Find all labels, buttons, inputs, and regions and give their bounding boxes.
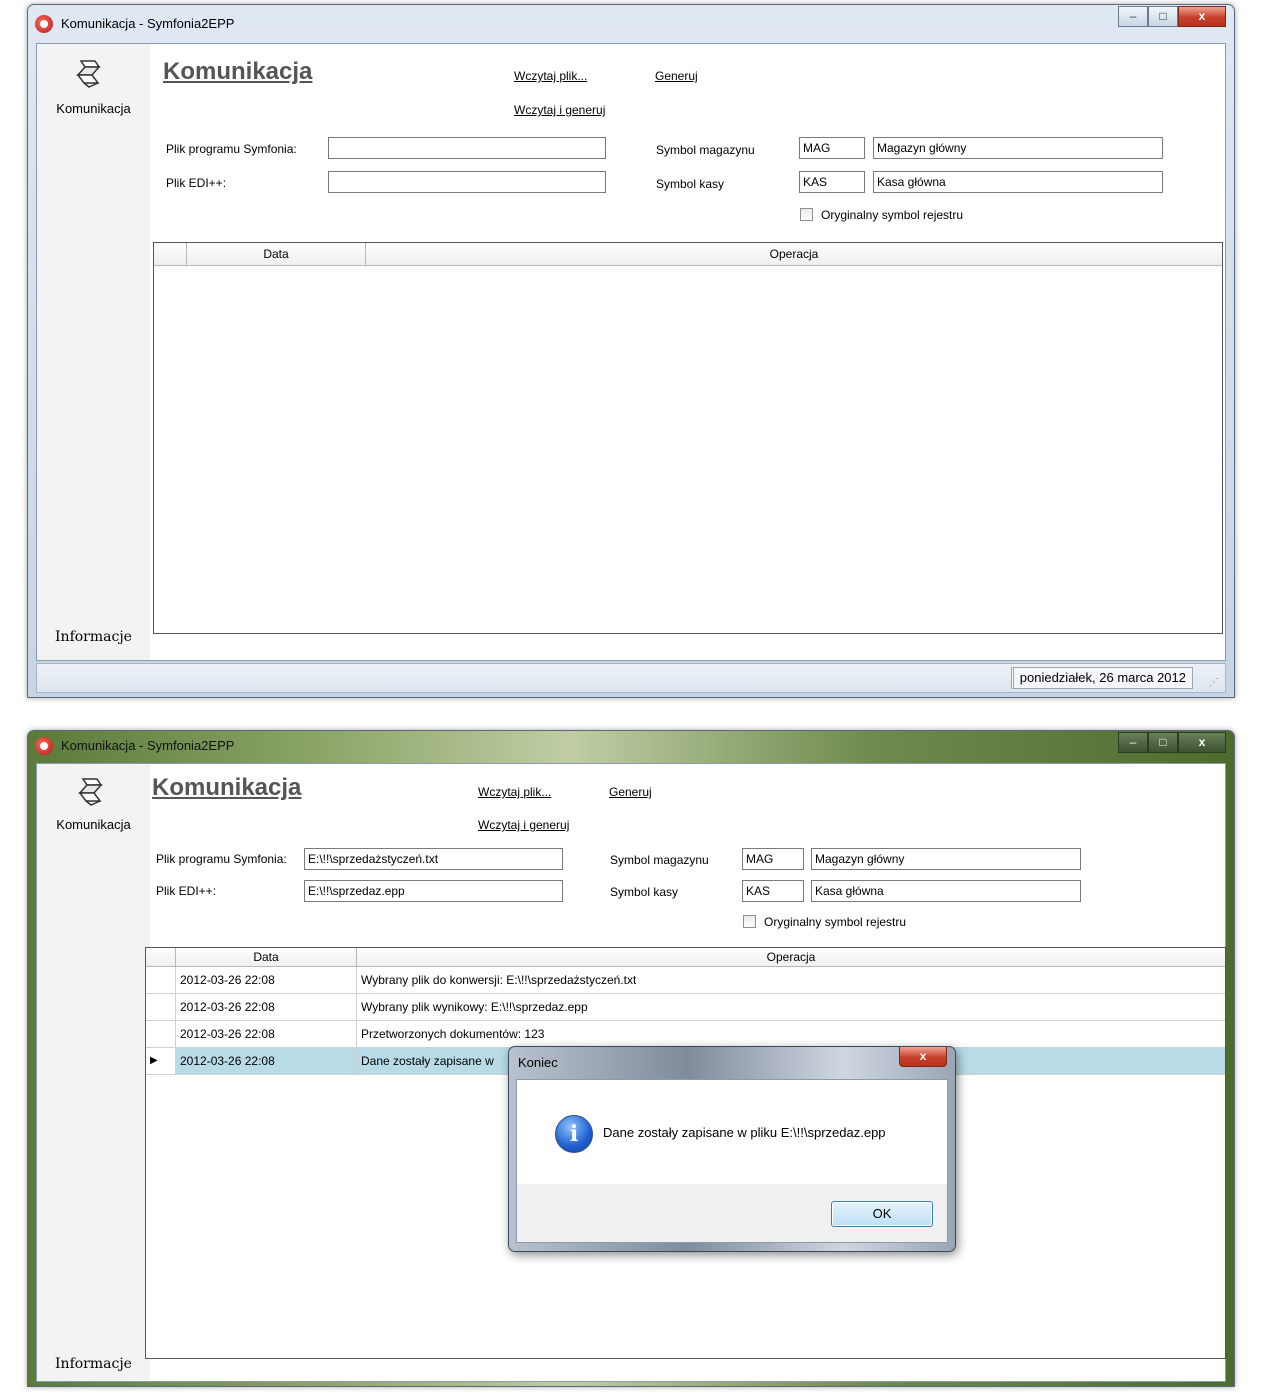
current-row-arrow-icon[interactable]: ▶ [146,1048,176,1074]
original-register-checkbox[interactable] [800,208,813,221]
sidebar-item-label: Komunikacja [56,101,131,116]
row-header-corner [146,948,176,966]
load-and-generate-link[interactable]: Wczytaj i generuj [478,818,569,832]
warehouse-name-input[interactable]: Magazyn główny [873,137,1163,159]
warehouse-name-input[interactable]: Magazyn główny [811,848,1081,870]
cell-date: 2012-03-26 22:08 [176,1021,357,1047]
edi-file-label: Plik EDI++: [166,176,227,190]
generate-link[interactable]: Generuj [655,69,698,83]
original-register-checkbox[interactable] [743,915,756,928]
column-header-operation[interactable]: Operacja [357,948,1225,966]
generate-link[interactable]: Generuj [609,785,652,799]
edi-file-label: Plik EDI++: [156,884,217,898]
symfonia-file-label: Plik programu Symfonia: [166,142,297,156]
page-title: Komunikacja [163,58,313,85]
sidebar-item-informacje[interactable]: Informacje [37,629,150,645]
resize-grip-icon[interactable]: ⋰ [1209,677,1221,689]
table-row[interactable]: 2012-03-26 22:08 Wybrany plik wynikowy: … [146,994,1225,1021]
app-window-empty: Komunikacja - Symfonia2EPP – □ x Komunik… [27,4,1235,698]
maximize-button[interactable]: □ [1148,732,1178,753]
page-title: Komunikacja [152,774,302,801]
status-date: poniedziałek, 26 marca 2012 [1010,667,1193,689]
close-button[interactable]: x [1178,6,1226,27]
symfonia-file-input[interactable] [328,137,606,159]
load-file-link[interactable]: Wczytaj plik... [514,69,587,83]
column-header-operation[interactable]: Operacja [366,243,1222,265]
symfonia-file-input[interactable]: E:\!!\sprzedażstyczeń.txt [304,848,563,870]
sidebar-item-informacje[interactable]: Informacje [37,1356,150,1372]
app-icon [35,737,53,755]
maximize-button[interactable]: □ [1148,6,1178,27]
komunikacja-icon [76,60,101,88]
window-title: Komunikacja - Symfonia2EPP [61,738,235,753]
row-header[interactable] [146,1021,176,1047]
row-header[interactable] [146,994,176,1020]
operations-grid[interactable]: Data Operacja [153,242,1223,634]
cash-name-input[interactable]: Kasa główna [811,880,1081,902]
column-header-date[interactable]: Data [187,243,366,265]
load-and-generate-link[interactable]: Wczytaj i generuj [514,103,605,117]
cash-name-input[interactable]: Kasa główna [873,171,1163,193]
cell-operation: Wybrany plik do konwersji: E:\!!\sprzeda… [361,973,637,987]
dialog-footer: OK [516,1184,948,1243]
grid-header: Data Operacja [154,243,1222,266]
cell-operation: Wybrany plik wynikowy: E:\!!\sprzedaz.ep… [361,1000,588,1014]
grid-header: Data Operacja [146,948,1225,967]
load-file-link[interactable]: Wczytaj plik... [478,785,551,799]
column-header-date[interactable]: Data [176,948,357,966]
cell-date: 2012-03-26 22:08 [176,967,357,993]
status-bar: poniedziałek, 26 marca 2012 ⋰ [36,663,1226,693]
dialog-message: Dane zostały zapisane w pliku E:\!!\sprz… [603,1125,886,1140]
minimize-button[interactable]: – [1118,732,1148,753]
komunikacja-icon [78,778,103,806]
client-area: Komunikacja Informacje Komunikacja Wczyt… [36,43,1226,661]
table-row[interactable]: 2012-03-26 22:08 Przetworzonych dokument… [146,1021,1225,1048]
window-title: Komunikacja - Symfonia2EPP [61,16,235,31]
cash-symbol-input[interactable]: KAS [799,171,865,193]
title-bar[interactable]: Komunikacja - Symfonia2EPP – □ x [28,5,1234,43]
dialog-title: Koniec [518,1055,558,1070]
original-register-label: Oryginalny symbol rejestru [764,915,907,929]
cell-operation: Przetworzonych dokumentów: 123 [361,1027,545,1041]
warehouse-symbol-input[interactable]: MAG [742,848,804,870]
warehouse-symbol-label: Symbol magazynu [610,853,709,867]
warehouse-symbol-label: Symbol magazynu [656,143,755,157]
minimize-button[interactable]: – [1118,6,1148,27]
dialog-body: i Dane zostały zapisane w pliku E:\!!\sp… [516,1079,948,1184]
warehouse-symbol-input[interactable]: MAG [799,137,865,159]
cell-date: 2012-03-26 22:08 [176,1048,357,1074]
edi-file-input[interactable] [328,171,606,193]
dialog-close-button[interactable]: x [899,1047,947,1067]
main-panel: Komunikacja Wczytaj plik... Generuj Wczy… [150,44,1225,660]
edi-file-input[interactable]: E:\!!\sprzedaz.epp [304,880,563,902]
original-register-label: Oryginalny symbol rejestru [821,208,964,222]
ok-button[interactable]: OK [831,1201,933,1227]
window-controls: – □ x [1118,732,1226,753]
cell-date: 2012-03-26 22:08 [176,994,357,1020]
message-dialog: Koniec x i Dane zostały zapisane w pliku… [508,1046,956,1252]
info-icon: i [555,1115,593,1153]
sidebar: Komunikacja Informacje [37,764,150,1381]
app-icon [35,15,53,33]
symfonia-file-label: Plik programu Symfonia: [156,852,287,866]
cash-symbol-label: Symbol kasy [610,885,679,899]
close-button[interactable]: x [1178,732,1226,753]
cash-symbol-input[interactable]: KAS [742,880,804,902]
window-controls: – □ x [1118,6,1226,27]
cash-symbol-label: Symbol kasy [656,177,725,191]
row-header-corner [154,243,187,265]
row-header[interactable] [146,967,176,993]
sidebar-item-label: Komunikacja [56,817,131,832]
table-row[interactable]: 2012-03-26 22:08 Wybrany plik do konwers… [146,967,1225,994]
sidebar: Komunikacja Informacje [37,44,150,660]
